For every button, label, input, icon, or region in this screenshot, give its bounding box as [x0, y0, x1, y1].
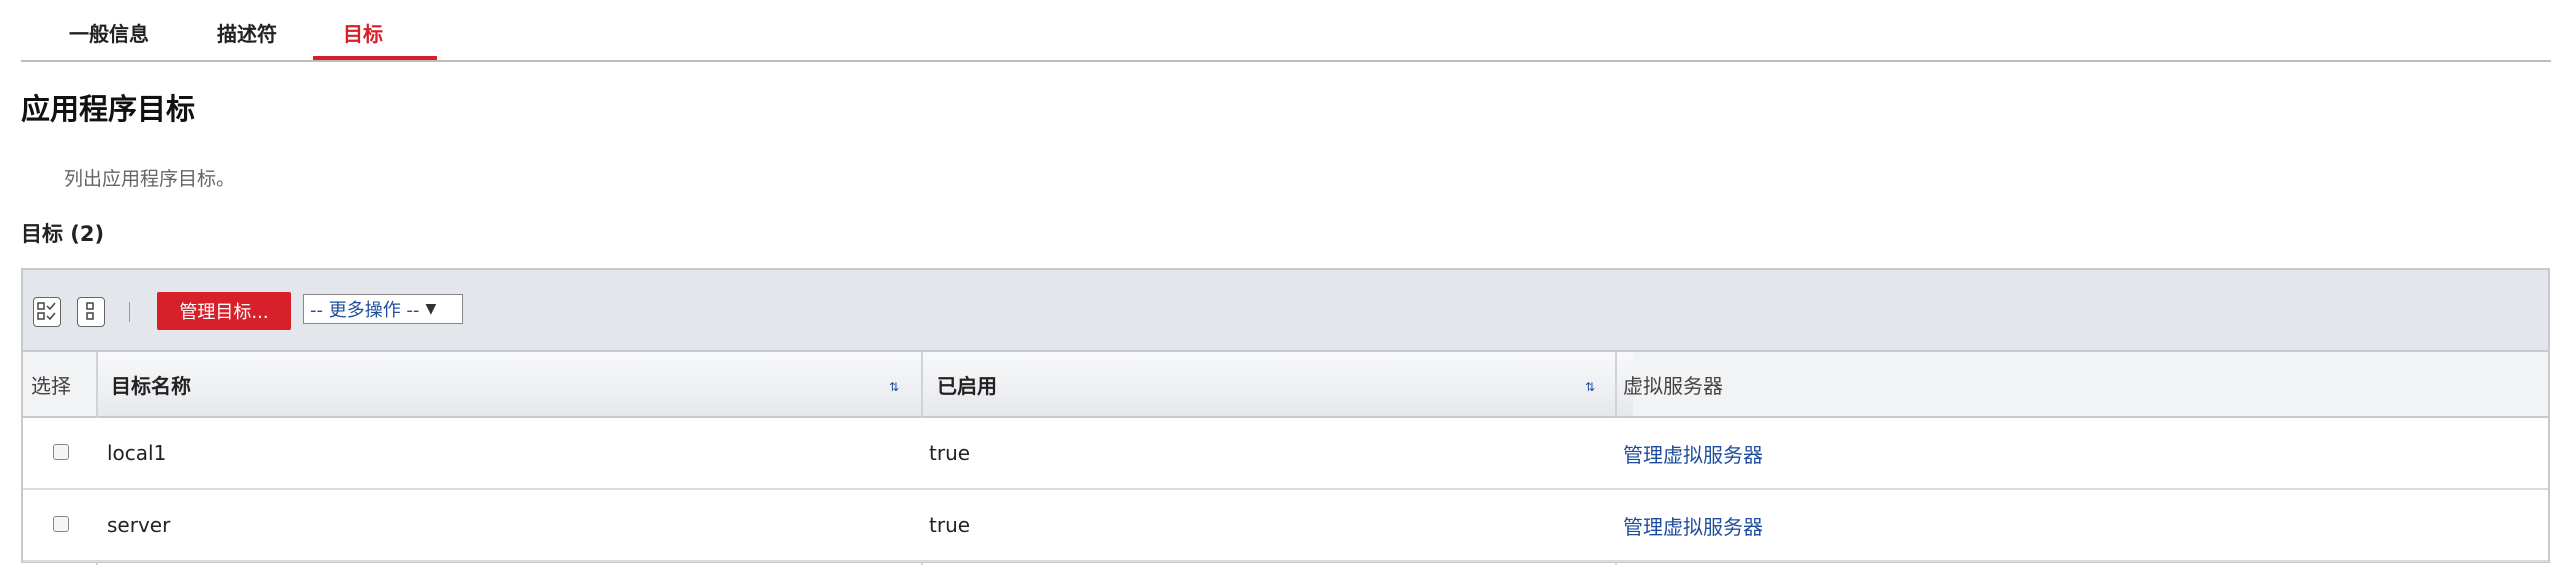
tab-targets[interactable]: 目标: [343, 18, 383, 47]
col-header-target-name-label: 目标名称: [111, 373, 191, 398]
table-row: local1 true 管理虚拟服务器: [23, 418, 2548, 490]
section-title: 目标 (2): [21, 222, 105, 246]
target-name-cell: server: [107, 513, 171, 537]
deselect-all-icon[interactable]: [77, 297, 105, 327]
manage-virtual-servers-link[interactable]: 管理虚拟服务器: [1623, 490, 1763, 560]
table-header-row: 选择 目标名称 ⇅ 已启用 ⇅ 虚拟服务器: [23, 352, 2548, 418]
col-header-target-name[interactable]: 目标名称: [97, 352, 939, 416]
table-row: server true 管理虚拟服务器: [23, 490, 2548, 562]
more-actions-select[interactable]: -- 更多操作 -- ▼: [303, 294, 463, 324]
manage-targets-button[interactable]: 管理目标...: [157, 292, 291, 330]
sort-target-name-icon[interactable]: ⇅: [889, 380, 899, 394]
select-all-icon[interactable]: [33, 297, 61, 327]
tab-bar: 一般信息 描述符 目标: [21, 0, 2551, 62]
page-title: 应用程序目标: [21, 92, 196, 126]
enabled-cell: true: [929, 513, 971, 537]
row-checkbox[interactable]: [53, 516, 69, 532]
enabled-cell: true: [929, 441, 971, 465]
table-toolbar: 管理目标... -- 更多操作 -- ▼: [23, 270, 2548, 352]
col-header-enabled-label: 已启用: [937, 373, 997, 398]
page-description: 列出应用程序目标。: [64, 168, 236, 190]
toolbar-divider: [129, 302, 130, 322]
col-header-virtual-server: 虚拟服务器: [1623, 373, 1723, 398]
tab-descriptor[interactable]: 描述符: [217, 18, 277, 47]
target-name-cell: local1: [107, 441, 167, 465]
sort-enabled-icon[interactable]: ⇅: [1585, 380, 1595, 394]
tab-general-info[interactable]: 一般信息: [69, 18, 149, 47]
more-actions-label: -- 更多操作 --: [310, 300, 420, 321]
targets-table: 管理目标... -- 更多操作 -- ▼ 选择 目标名称 ⇅ 已启用 ⇅ 虚拟服…: [21, 268, 2550, 565]
col-header-select: 选择: [31, 373, 71, 398]
row-checkbox[interactable]: [53, 444, 69, 460]
manage-virtual-servers-link[interactable]: 管理虚拟服务器: [1623, 418, 1763, 488]
active-tab-indicator: [313, 56, 437, 60]
dropdown-caret-icon: ▼: [425, 301, 437, 317]
col-header-enabled[interactable]: 已启用: [923, 352, 1633, 416]
